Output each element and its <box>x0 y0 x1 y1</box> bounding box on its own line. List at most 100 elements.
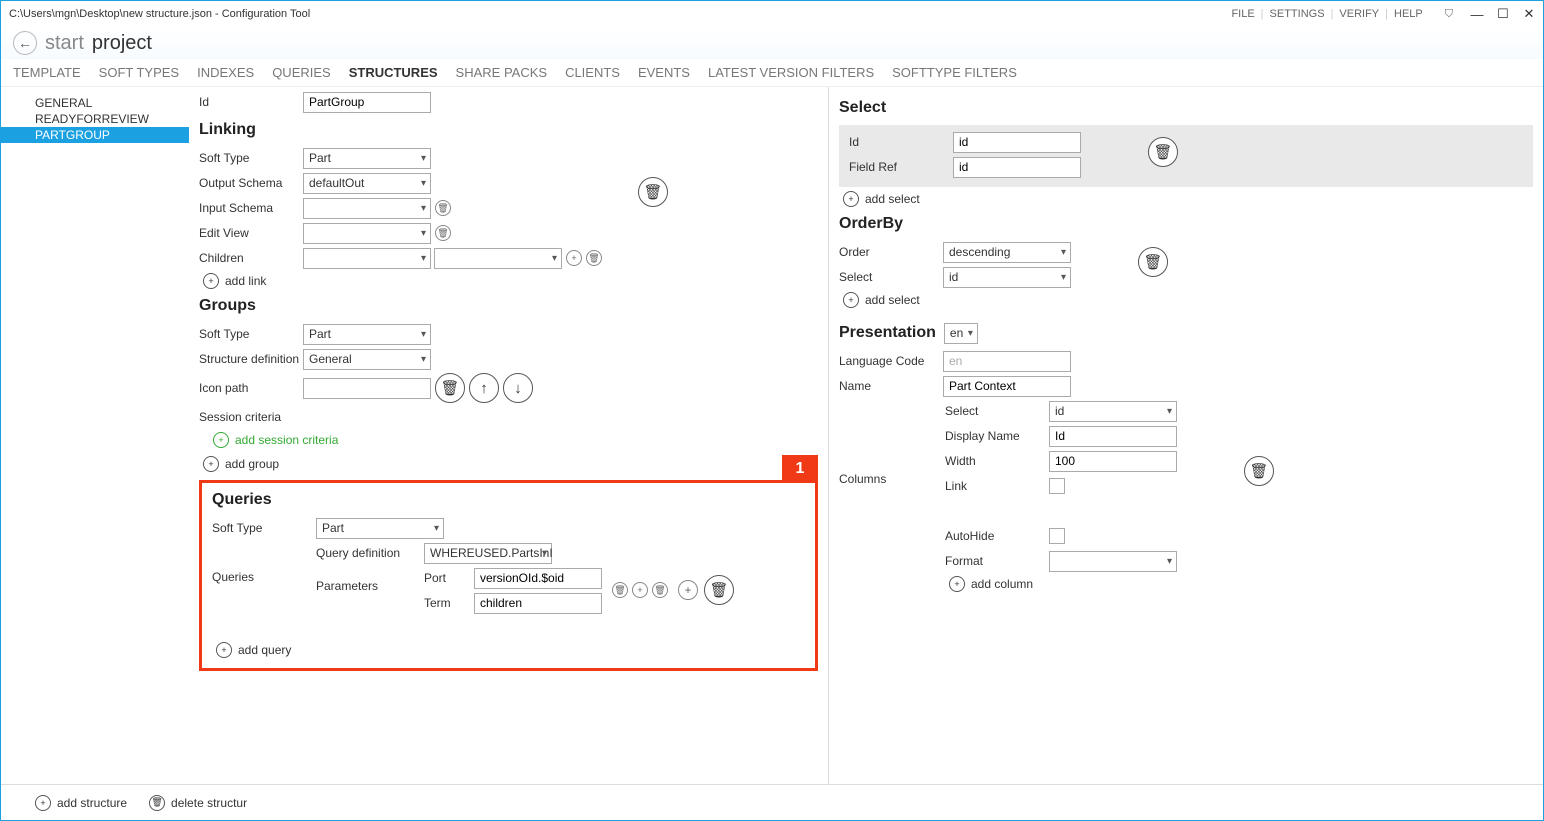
pres-name-input[interactable] <box>943 376 1071 397</box>
col-displayname-label: Display Name <box>945 429 1049 443</box>
left-column: Id Linking Soft Type Part Output Schema … <box>189 87 829 784</box>
column-delete-icon[interactable]: 🗑 <box>1244 456 1274 486</box>
linking-softtype-select[interactable]: Part <box>303 148 431 169</box>
querydef-select[interactable]: WHEREUSED.PartsInI <box>424 543 552 564</box>
tab-queries[interactable]: QUERIES <box>272 65 331 80</box>
select-id-input[interactable] <box>953 132 1081 153</box>
pres-langcode-input[interactable] <box>943 351 1071 372</box>
linking-children-label: Children <box>199 251 303 265</box>
queries-rowlabel: Queries <box>212 570 316 584</box>
sidebar-item-general[interactable]: GENERAL <box>1 95 189 111</box>
linking-children-select1[interactable] <box>303 248 431 269</box>
col-displayname-input[interactable] <box>1049 426 1177 447</box>
linking-outputschema-select[interactable]: defaultOut <box>303 173 431 194</box>
term-input[interactable] <box>474 593 602 614</box>
select-panel: Id Field Ref 🗑 <box>839 125 1533 187</box>
pres-langcode-label: Language Code <box>839 354 943 368</box>
add-session-criteria-button[interactable]: add session criteria <box>209 432 818 448</box>
linking-editview-delete-icon[interactable]: 🗑 <box>435 225 451 241</box>
crumb-start[interactable]: start <box>45 32 84 55</box>
col-select-select[interactable]: id <box>1049 401 1177 422</box>
col-autohide-checkbox[interactable] <box>1049 528 1065 544</box>
crumb-project[interactable]: project <box>92 32 152 55</box>
tab-indexes[interactable]: INDEXES <box>197 65 254 80</box>
tab-structures[interactable]: STRUCTURES <box>349 65 438 80</box>
col-width-label: Width <box>945 454 1049 468</box>
col-link-checkbox[interactable] <box>1049 478 1065 494</box>
orderby-add-button[interactable]: add select <box>839 292 1533 308</box>
sidebar-item-partgroup[interactable]: PARTGROUP <box>1 127 189 143</box>
select-add-button[interactable]: add select <box>839 191 1533 207</box>
select-delete-icon[interactable]: 🗑 <box>1148 137 1178 167</box>
select-fieldref-input[interactable] <box>953 157 1081 178</box>
linking-editview-select[interactable] <box>303 223 431 244</box>
groups-structdef-select[interactable]: General <box>303 349 431 370</box>
queries-softtype-label: Soft Type <box>212 521 316 535</box>
presentation-lang-select[interactable]: en <box>944 323 978 344</box>
titlebar: C:\Users\mgn\Desktop\new structure.json … <box>1 1 1543 27</box>
tab-softtypefilters[interactable]: SOFTTYPE FILTERS <box>892 65 1017 80</box>
delete-structure-button[interactable]: 🗑 delete structur <box>145 795 247 811</box>
linking-heading: Linking <box>199 121 818 139</box>
plus-icon <box>203 273 219 289</box>
add-link-button[interactable]: add link <box>199 273 818 289</box>
query-delete-icon[interactable]: 🗑 <box>704 575 734 605</box>
add-column-button[interactable]: add column <box>945 576 1533 592</box>
sidebar-item-readyforreview[interactable]: READYFORREVIEW <box>1 111 189 127</box>
port-input[interactable] <box>474 568 602 589</box>
linking-delete-icon[interactable]: 🗑 <box>638 177 668 207</box>
query-inner-delete-icon[interactable]: 🗑 <box>652 582 668 598</box>
linking-inputschema-select[interactable] <box>303 198 431 219</box>
param-add-icon[interactable] <box>632 582 648 598</box>
linking-children-select2[interactable] <box>434 248 562 269</box>
query-inner-add-icon[interactable] <box>678 580 698 600</box>
back-button[interactable]: ← <box>13 31 37 55</box>
orderby-select-label: Select <box>839 270 943 284</box>
columns-label: Columns <box>839 472 943 486</box>
menu-verify[interactable]: VERIFY <box>1335 8 1383 20</box>
groups-down-icon[interactable] <box>503 373 533 403</box>
plus-icon <box>949 576 965 592</box>
id-label: Id <box>199 95 303 109</box>
maximize-button[interactable]: ☐ <box>1497 8 1509 20</box>
close-button[interactable]: ✕ <box>1523 8 1535 20</box>
menu-file[interactable]: FILE <box>1227 8 1258 20</box>
tab-clients[interactable]: CLIENTS <box>565 65 620 80</box>
trash-icon: 🗑 <box>149 795 165 811</box>
tab-softtypes[interactable]: SOFT TYPES <box>99 65 179 80</box>
linking-inputschema-delete-icon[interactable]: 🗑 <box>435 200 451 216</box>
groups-heading: Groups <box>199 297 818 315</box>
col-autohide-label: AutoHide <box>945 529 1049 543</box>
add-query-button[interactable]: add query <box>212 642 805 658</box>
orderby-order-select[interactable]: descending <box>943 242 1071 263</box>
add-group-button[interactable]: add group <box>199 456 818 472</box>
tab-template[interactable]: TEMPLATE <box>13 65 81 80</box>
linking-children-add-icon[interactable] <box>566 250 582 266</box>
groups-softtype-select[interactable]: Part <box>303 324 431 345</box>
orderby-delete-icon[interactable]: 🗑 <box>1138 247 1168 277</box>
groups-softtype-label: Soft Type <box>199 327 303 341</box>
param-delete-icon[interactable]: 🗑 <box>612 582 628 598</box>
groups-up-icon[interactable] <box>469 373 499 403</box>
menu-help[interactable]: HELP <box>1390 8 1427 20</box>
pres-name-label: Name <box>839 379 943 393</box>
groups-delete-icon[interactable]: 🗑 <box>435 373 465 403</box>
menu-settings[interactable]: SETTINGS <box>1266 8 1329 20</box>
port-label: Port <box>424 571 474 585</box>
groups-iconpath-input[interactable] <box>303 378 431 399</box>
minimize-button[interactable]: — <box>1471 8 1483 20</box>
tab-events[interactable]: EVENTS <box>638 65 690 80</box>
linking-children-delete-icon[interactable]: 🗑 <box>586 250 602 266</box>
add-structure-button[interactable]: add structure <box>31 795 127 811</box>
col-width-input[interactable] <box>1049 451 1177 472</box>
col-format-select[interactable] <box>1049 551 1177 572</box>
groups-iconpath-label: Icon path <box>199 381 303 395</box>
tab-latestversion[interactable]: LATEST VERSION FILTERS <box>708 65 874 80</box>
tab-sharepacks[interactable]: SHARE PACKS <box>456 65 548 80</box>
highlight-badge: 1 <box>782 455 818 483</box>
queries-softtype-select[interactable]: Part <box>316 518 444 539</box>
orderby-select-select[interactable]: id <box>943 267 1071 288</box>
plus-icon <box>213 432 229 448</box>
id-input[interactable] <box>303 92 431 113</box>
plus-icon <box>35 795 51 811</box>
